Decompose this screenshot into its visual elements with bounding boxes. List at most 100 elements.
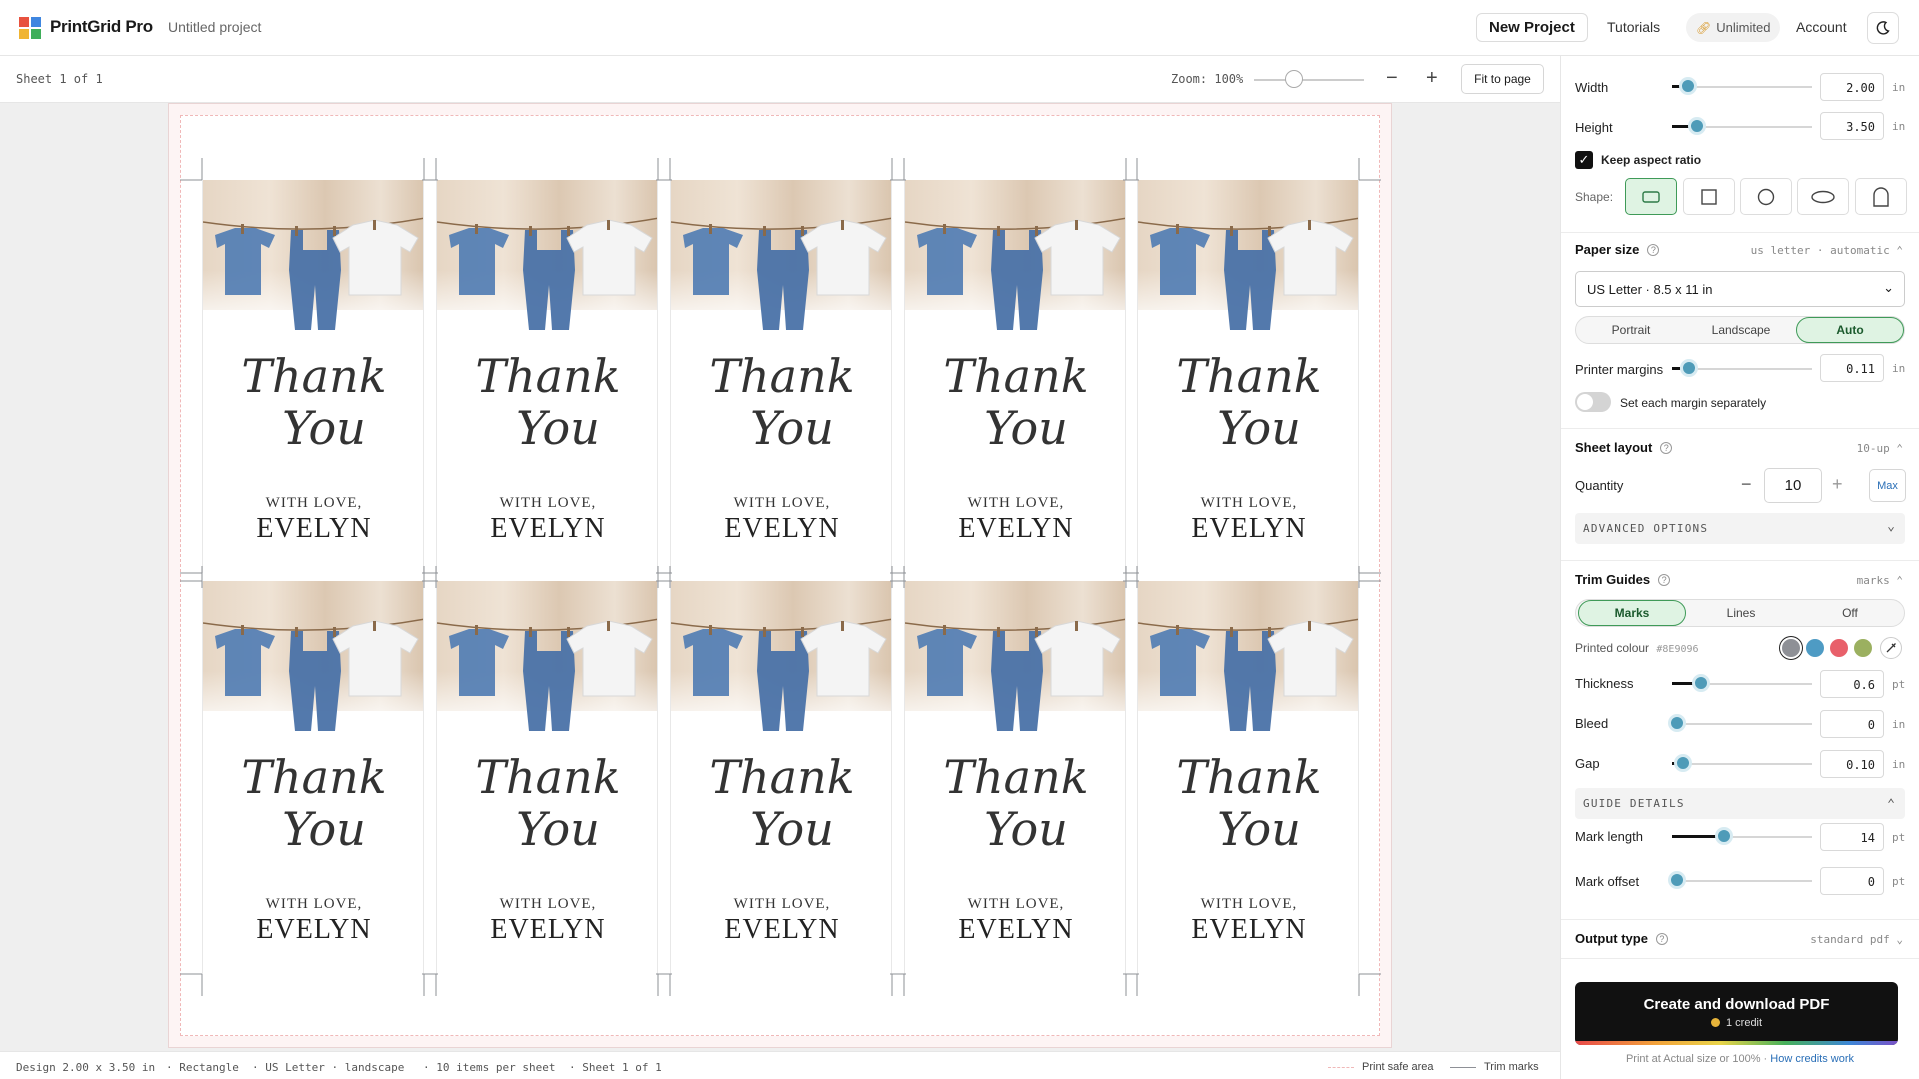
clothesline-illustration <box>1138 618 1358 731</box>
help-icon[interactable]: ? <box>1658 574 1671 586</box>
swatch-blue[interactable] <box>1806 639 1824 657</box>
separate-margins-label: Set each margin separately <box>1620 396 1767 410</box>
card-thank: Thank <box>475 349 621 403</box>
bleed-input[interactable]: 0 <box>1820 710 1884 738</box>
paper-size-summary[interactable]: us letter · automatic ⌃ <box>1751 244 1903 257</box>
app-brand[interactable]: PrintGrid Pro <box>50 17 153 37</box>
quantity-increment-button[interactable]: + <box>1832 474 1843 495</box>
zoom-slider-handle[interactable] <box>1285 70 1303 88</box>
card-tile: Thank You WITH LOVE, EVELYN <box>670 581 892 974</box>
new-project-button[interactable]: New Project <box>1476 13 1588 42</box>
zoom-slider-track[interactable] <box>1254 79 1364 81</box>
gap-slider-handle[interactable] <box>1674 754 1692 772</box>
shape-rounded-rect-button[interactable] <box>1625 178 1677 215</box>
swatch-grey[interactable] <box>1782 639 1800 657</box>
bleed-slider-track[interactable] <box>1672 723 1812 725</box>
card-thank: Thank <box>709 349 855 403</box>
theme-toggle-button[interactable] <box>1867 12 1899 44</box>
trim-mode-toggle: Marks Lines Off <box>1575 599 1905 627</box>
project-name[interactable]: Untitled project <box>168 19 261 35</box>
help-icon[interactable]: ? <box>1655 933 1668 945</box>
create-pdf-button[interactable]: Create and download PDF 1 credit <box>1575 982 1898 1045</box>
help-icon[interactable]: ? <box>1660 442 1673 454</box>
trim-mode-lines[interactable]: Lines <box>1686 600 1796 626</box>
orientation-landscape[interactable]: Landscape <box>1686 317 1796 343</box>
height-slider-handle[interactable] <box>1688 117 1706 135</box>
fit-to-page-button[interactable]: Fit to page <box>1461 64 1544 94</box>
card-tile: Thank You WITH LOVE, EVELYN <box>670 180 892 573</box>
zoom-out-button[interactable]: − <box>1386 68 1398 88</box>
mark-length-slider-handle[interactable] <box>1715 827 1733 845</box>
card-script-text: Thank You <box>437 349 657 454</box>
paper-size-select[interactable]: US Letter · 8.5 x 11 in ⌄ <box>1575 271 1905 307</box>
card-name: EVELYN <box>724 513 840 544</box>
card-with-love: WITH LOVE, <box>967 896 1065 912</box>
width-input[interactable]: 2.00 <box>1820 73 1884 101</box>
shape-arch-button[interactable] <box>1855 178 1907 215</box>
shape-square-button[interactable] <box>1683 178 1735 215</box>
quantity-input[interactable]: 10 <box>1764 468 1822 503</box>
print-footnote-text: Print at Actual size or 100% · <box>1625 1053 1768 1065</box>
keep-aspect-checkbox[interactable]: ✓ <box>1575 151 1593 169</box>
quantity-decrement-button[interactable]: − <box>1741 474 1752 495</box>
tutorials-link[interactable]: Tutorials <box>1607 19 1660 35</box>
moon-icon <box>1876 21 1890 35</box>
card-name: EVELYN <box>1191 914 1307 945</box>
card-script-text: Thank You <box>203 751 423 855</box>
gap-input[interactable]: 0.10 <box>1820 750 1884 778</box>
trim-mode-off[interactable]: Off <box>1796 600 1904 626</box>
status-items: · 10 items per sheet <box>423 1061 556 1074</box>
dashed-line-icon <box>1328 1066 1354 1068</box>
card-thank: Thank <box>943 349 1089 403</box>
advanced-options-toggle[interactable]: ADVANCED OPTIONS ⌄ <box>1575 513 1905 544</box>
how-credits-work-link[interactable]: How credits work <box>1770 1053 1854 1065</box>
status-sheet: · Sheet 1 of 1 <box>569 1061 662 1074</box>
square-icon <box>1701 188 1717 205</box>
thickness-slider-handle[interactable] <box>1692 674 1710 692</box>
printer-margins-input[interactable]: 0.11 <box>1820 354 1884 382</box>
width-slider-handle[interactable] <box>1679 77 1697 95</box>
help-icon[interactable]: ? <box>1647 244 1660 256</box>
divider <box>1561 428 1919 429</box>
card-name: EVELYN <box>724 914 840 945</box>
card-tile: Thank You WITH LOVE, EVELYN <box>202 581 424 974</box>
bleed-unit: in <box>1892 718 1906 731</box>
orientation-auto[interactable]: Auto <box>1796 317 1904 343</box>
swatch-red[interactable] <box>1830 639 1848 657</box>
orientation-portrait[interactable]: Portrait <box>1576 317 1686 343</box>
quantity-max-button[interactable]: Max <box>1869 469 1906 502</box>
legend-print-safe-label: Print safe area <box>1362 1061 1434 1073</box>
card-thank: Thank <box>475 750 621 804</box>
custom-colour-button[interactable] <box>1880 637 1902 659</box>
card-script-text: Thank You <box>437 750 657 855</box>
mark-offset-slider-handle[interactable] <box>1668 871 1686 889</box>
card-you: You <box>750 802 834 856</box>
paper-size-title: Paper size <box>1575 242 1640 257</box>
swatch-olive[interactable] <box>1854 639 1872 657</box>
gap-slider-track[interactable] <box>1672 763 1812 765</box>
sheet-layout-summary[interactable]: 10-up ⌃ <box>1857 442 1903 455</box>
output-type-summary[interactable]: standard pdf ⌄ <box>1810 933 1903 946</box>
card-with-love: WITH LOVE, <box>733 495 831 511</box>
height-input[interactable]: 3.50 <box>1820 112 1884 140</box>
shape-circle-button[interactable] <box>1740 178 1792 215</box>
unlimited-badge[interactable]: 🔗︎ Unlimited <box>1686 13 1781 42</box>
guide-details-toggle[interactable]: GUIDE DETAILS ⌃ <box>1575 788 1905 819</box>
trim-mode-marks[interactable]: Marks <box>1578 600 1686 626</box>
guide-details-label: GUIDE DETAILS <box>1583 797 1685 810</box>
shape-ellipse-button[interactable] <box>1797 178 1849 215</box>
divider <box>1561 919 1919 920</box>
thickness-input[interactable]: 0.6 <box>1820 670 1884 698</box>
printer-margins-slider-handle[interactable] <box>1680 359 1698 377</box>
trim-guides-summary[interactable]: marks ⌃ <box>1857 574 1903 587</box>
mark-offset-slider-track[interactable] <box>1672 880 1812 882</box>
zoom-in-button[interactable]: + <box>1426 68 1438 88</box>
bleed-slider-handle[interactable] <box>1668 714 1686 732</box>
mark-length-unit: pt <box>1892 831 1906 844</box>
account-link[interactable]: Account <box>1796 19 1847 35</box>
mark-length-input[interactable]: 14 <box>1820 823 1884 851</box>
mark-offset-input[interactable]: 0 <box>1820 867 1884 895</box>
card-script-text: Thank You <box>1138 751 1358 855</box>
card-name: EVELYN <box>256 914 372 945</box>
create-pdf-label: Create and download PDF <box>1643 996 1830 1013</box>
